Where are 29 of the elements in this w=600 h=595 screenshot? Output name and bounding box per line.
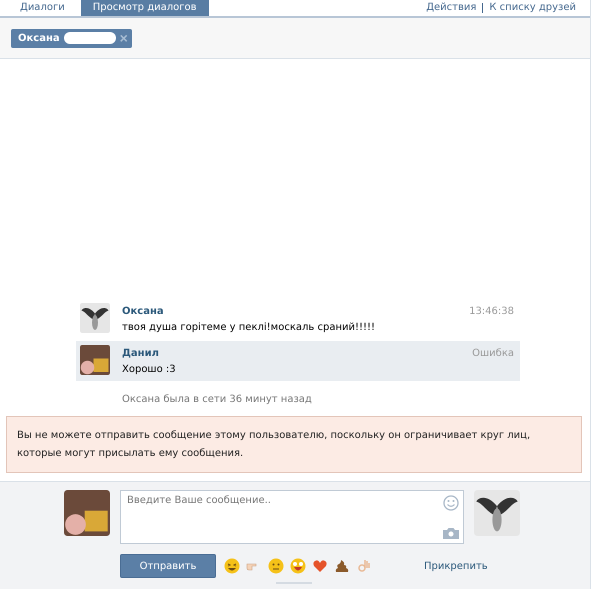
send-button[interactable]: Отправить [120,554,216,578]
header-link[interactable]: Действия [426,1,476,15]
message-status: Ошибка [472,347,514,361]
message-text: Хорошо :3 [122,364,177,375]
grinning-face-icon[interactable] [290,558,306,574]
header-link[interactable]: К списку друзей [489,1,576,15]
last-seen-text: Оксана была в сети 36 минут назад [121,393,313,407]
avatar-photo [80,345,110,375]
laughing-face-icon[interactable] [224,558,240,574]
author-name[interactable]: Оксана [122,306,458,317]
attach-link[interactable]: Прикрепить [424,560,488,572]
redaction-mark [64,32,116,44]
recipient-name: Оксана [18,32,60,44]
message-field[interactable]: Введите Ваше сообщение.. [120,490,464,544]
message-input[interactable]: Введите Ваше сообщение.. [127,495,439,539]
tab[interactable]: Просмотр диалогов [80,0,209,16]
neutral-face-icon[interactable] [268,558,284,574]
smiley-icon[interactable] [443,495,459,511]
camera-icon[interactable] [443,527,459,539]
message-status: 13:46:38 [469,305,514,319]
angel-avatar [80,303,110,333]
angel-avatar [474,490,520,536]
message-text: твоя душа горітеме у пеклі!москаль сраний!!!!! [122,322,376,333]
error-notice: Вы не можете отправить сообщение этому пользователю, поскольку он ограничивает круг лиц, которые могут присылать ему сообщения. [6,416,582,473]
avatar-photo [64,490,110,536]
heart-icon[interactable] [312,558,328,574]
author-name[interactable]: Данил [122,348,460,359]
poop-icon[interactable] [334,558,350,574]
tab[interactable]: Диалоги [8,0,77,16]
